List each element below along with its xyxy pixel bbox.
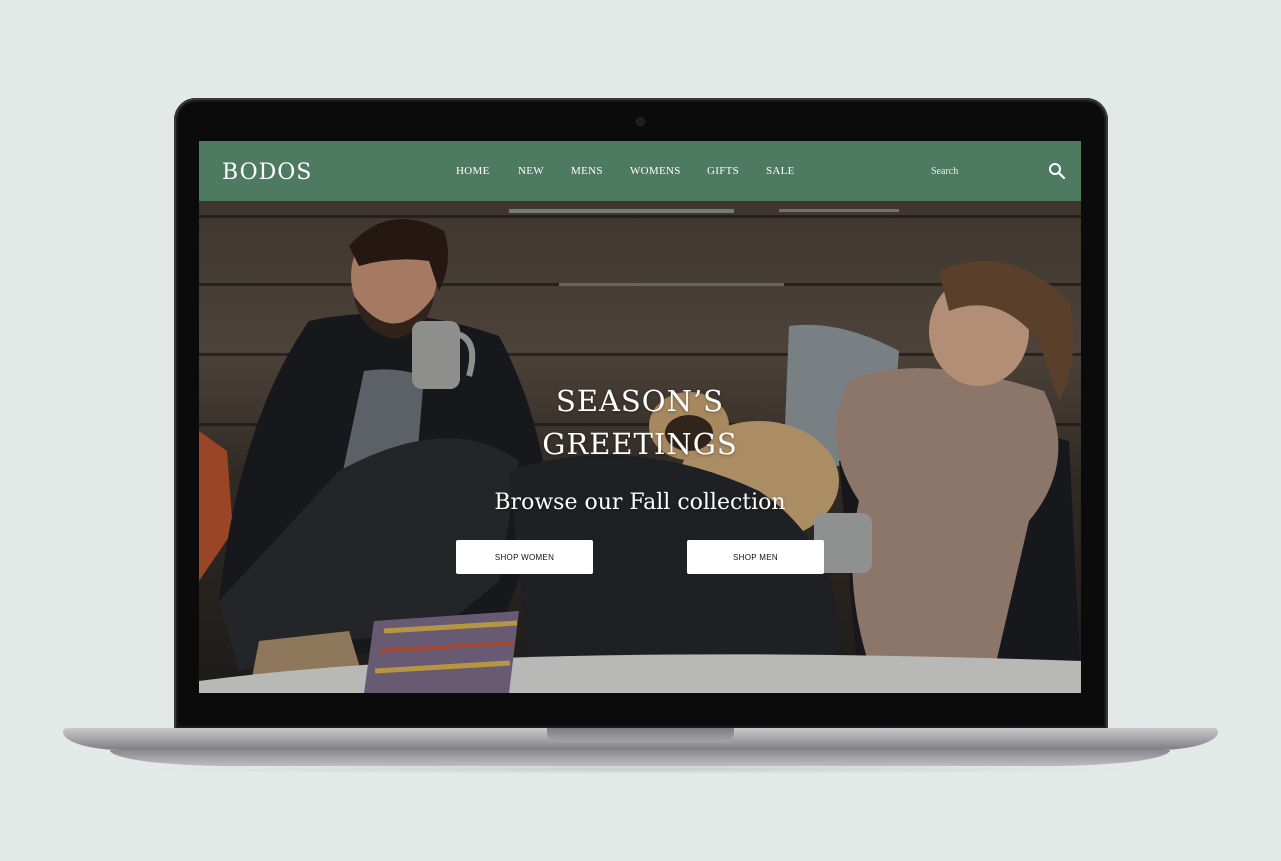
browser-screen: BODOS HOME NEW MENS WOMENS GIFTS SALE Se… <box>199 141 1081 693</box>
hero-title: SEASON’S GREETINGS <box>542 384 738 461</box>
nav-mens[interactable]: MENS <box>571 165 603 177</box>
nav-gifts[interactable]: GIFTS <box>707 165 739 177</box>
nav-new[interactable]: NEW <box>518 165 544 177</box>
nav-home[interactable]: HOME <box>456 165 490 177</box>
hero-subtitle: Browse our Fall collection <box>494 490 786 515</box>
search-icon[interactable] <box>1048 162 1066 180</box>
webcam <box>637 118 644 125</box>
hero-banner: SEASON’S GREETINGS Browse our Fall colle… <box>199 201 1081 693</box>
shop-men-button[interactable]: SHOP MEN <box>687 540 824 574</box>
nav-womens[interactable]: WOMENS <box>630 165 681 177</box>
laptop-hinge-notch <box>547 728 734 742</box>
shop-women-button[interactable]: SHOP WOMEN <box>456 540 593 574</box>
laptop-base-bottom <box>110 750 1170 766</box>
nav-sale[interactable]: SALE <box>766 165 795 177</box>
search-input[interactable] <box>931 163 1021 179</box>
site-header: BODOS HOME NEW MENS WOMENS GIFTS SALE <box>199 141 1081 201</box>
